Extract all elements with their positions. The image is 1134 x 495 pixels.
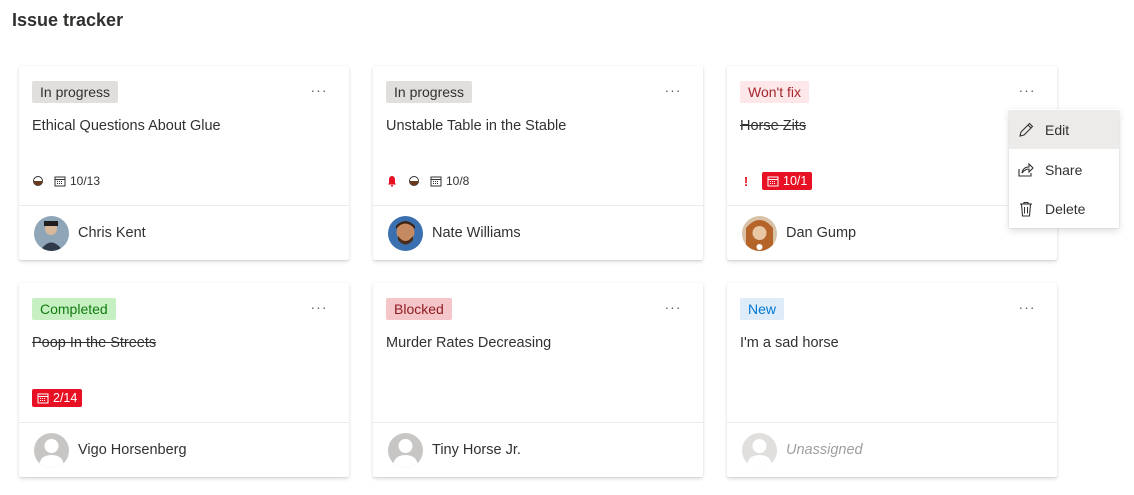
issue-title[interactable]: Unstable Table in the Stable [386, 118, 566, 134]
more-options-button[interactable]: ··· [307, 80, 331, 100]
calendar-icon [767, 176, 779, 187]
issue-card[interactable]: In progress ··· Ethical Questions About … [19, 66, 349, 260]
assignee-name: Unassigned [786, 442, 863, 458]
issue-title[interactable]: Poop In the Streets [32, 335, 156, 351]
status-badge: New [740, 298, 785, 320]
issue-title[interactable]: Murder Rates Decreasing [386, 335, 551, 351]
more-options-button[interactable]: ··· [307, 297, 331, 317]
progress-icon [32, 175, 44, 187]
more-options-button[interactable]: ··· [1015, 297, 1039, 317]
pencil-icon [1019, 122, 1034, 137]
progress-icon [408, 175, 420, 187]
status-badge: Blocked [386, 298, 452, 320]
issue-card[interactable]: Won't fix ··· Horse Zits ! 10/1 Dan Gump [727, 66, 1057, 260]
menu-item-edit[interactable]: Edit [1009, 110, 1119, 149]
priority-indicator: ! [743, 173, 749, 189]
issue-title[interactable]: I'm a sad horse [740, 335, 839, 351]
avatar [388, 216, 423, 251]
page-title: Issue tracker [12, 10, 124, 30]
due-date-overdue: 10/1 [762, 172, 813, 190]
due-date: 10/13 [54, 174, 100, 188]
avatar [742, 216, 777, 251]
share-icon [1018, 162, 1034, 177]
due-date: 10/8 [430, 174, 469, 188]
status-badge: Completed [32, 298, 116, 320]
assignee-name: Nate Williams [432, 225, 521, 241]
issue-card[interactable]: In progress ··· Unstable Table in the St… [373, 66, 703, 260]
bell-icon [386, 175, 398, 187]
assignee-name: Dan Gump [786, 225, 857, 241]
avatar-placeholder [742, 433, 777, 468]
issue-card[interactable]: New ··· I'm a sad horse Unassigned [727, 283, 1057, 477]
due-date-text: 10/13 [70, 174, 101, 188]
more-options-button[interactable]: ··· [1015, 80, 1039, 100]
avatar-placeholder [388, 433, 423, 468]
status-badge: In progress [386, 81, 473, 103]
assignee-name: Vigo Horsenberg [78, 442, 187, 458]
menu-item-delete[interactable]: Delete [1009, 189, 1119, 228]
calendar-icon [430, 176, 442, 187]
menu-item-label: Share [1045, 161, 1083, 178]
menu-item-label: Edit [1045, 121, 1070, 138]
issue-title[interactable]: Ethical Questions About Glue [32, 118, 221, 134]
more-options-button[interactable]: ··· [661, 297, 685, 317]
trash-icon [1020, 201, 1032, 217]
avatar [34, 216, 69, 251]
due-date-text: 2/14 [53, 391, 78, 405]
calendar-icon [54, 176, 66, 187]
issue-card[interactable]: Blocked ··· Murder Rates Decreasing Tiny… [373, 283, 703, 477]
menu-item-share[interactable]: Share [1009, 150, 1119, 189]
context-menu: Edit Share Delete [1009, 109, 1119, 228]
issue-card[interactable]: Completed ··· Poop In the Streets 2/14 V… [19, 283, 349, 477]
due-date-text: 10/1 [783, 174, 808, 188]
status-badge: Won't fix [740, 81, 809, 103]
avatar-placeholder [34, 433, 69, 468]
menu-item-label: Delete [1045, 200, 1086, 217]
more-options-button[interactable]: ··· [661, 80, 685, 100]
issue-title[interactable]: Horse Zits [740, 118, 806, 134]
assignee-name: Chris Kent [78, 225, 146, 241]
due-date-overdue: 2/14 [32, 389, 83, 407]
calendar-icon [37, 393, 49, 404]
due-date-text: 10/8 [446, 174, 470, 188]
status-badge: In progress [32, 81, 119, 103]
assignee-name: Tiny Horse Jr. [432, 442, 521, 458]
